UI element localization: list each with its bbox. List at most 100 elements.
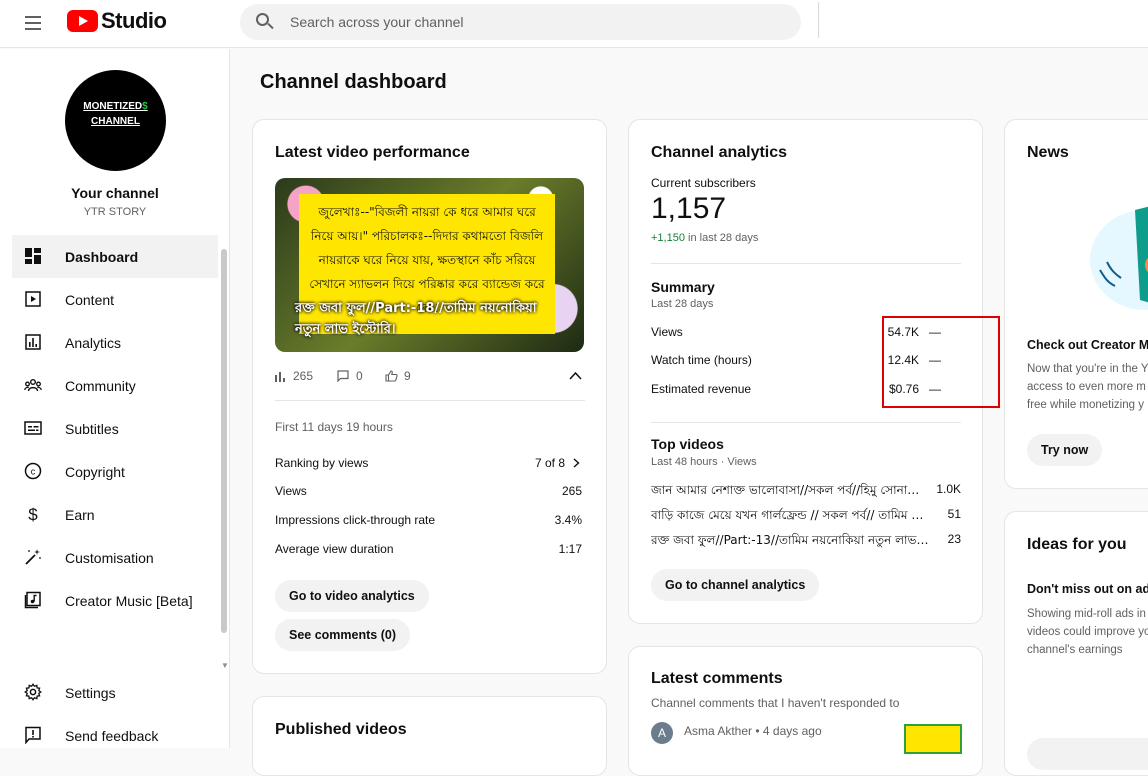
sidebar-scrollbar[interactable] xyxy=(221,249,227,633)
sidebar-item-content[interactable]: Content xyxy=(12,278,218,321)
sidebar-item-subtitles[interactable]: Subtitles xyxy=(12,407,218,450)
card-title: Published videos xyxy=(275,721,407,738)
channel-avatar[interactable]: MONETIZED$ CHANNEL xyxy=(65,70,166,171)
scroll-down-icon[interactable]: ▼ xyxy=(221,661,229,670)
gear-icon xyxy=(24,683,42,701)
sidebar-item-send-feedback[interactable]: Send feedback xyxy=(12,714,218,757)
channel-name: YTR STORY xyxy=(83,206,147,218)
card-title: News xyxy=(1027,144,1069,161)
search-input[interactable] xyxy=(290,4,770,40)
trend-dash: — xyxy=(929,382,941,396)
bar-chart-icon xyxy=(275,372,285,382)
metric-row: Average view duration 1:17 xyxy=(275,542,582,556)
card-title: Latest comments xyxy=(651,670,783,687)
video-stats: 265 0 9 xyxy=(275,368,585,386)
top-bar: Studio xyxy=(0,0,1148,48)
summary-metric-row: Estimated revenue $0.76 — xyxy=(651,382,941,396)
avatar-dollar: $ xyxy=(142,101,148,112)
comment-author[interactable]: Asma Akther xyxy=(684,724,752,738)
video-thumbnail[interactable]: জুলেখাঃ--"বিজলী নায়রা কে ধরে আমার ঘরে ন… xyxy=(275,178,584,352)
sidebar-item-label: Dashboard xyxy=(65,248,139,265)
copyright-icon: c xyxy=(24,462,42,480)
trend-dash: — xyxy=(929,325,941,339)
subtitles-icon xyxy=(24,421,42,435)
ranking-value-wrap: 7 of 8 xyxy=(535,456,582,470)
sidebar-item-label: Customisation xyxy=(65,549,154,566)
sidebar-item-label: Settings xyxy=(65,684,116,701)
thumbs-up-icon xyxy=(385,370,398,382)
metric-label: Views xyxy=(275,484,307,498)
metric-label: Average view duration xyxy=(275,542,394,556)
sidebar-item-label: Community xyxy=(65,377,136,394)
sidebar-item-label: Subtitles xyxy=(65,420,119,437)
search-icon[interactable] xyxy=(256,13,274,31)
top-video-title: জান আমার নেশাক্ত ভালোবাসা//সকল পর্ব//হিম… xyxy=(651,483,920,497)
metric-label: Views xyxy=(651,325,683,339)
sidebar-item-creator-music[interactable]: Creator Music [Beta] xyxy=(12,579,218,622)
comment-time: • 4 days ago xyxy=(752,724,822,738)
summary-period: Last 28 days xyxy=(651,298,714,310)
comments-subtitle: Channel comments that I haven't responde… xyxy=(651,696,900,710)
top-videos-title: Top videos xyxy=(651,436,724,452)
comment-video-thumbnail[interactable] xyxy=(904,724,962,754)
latest-video-card: Latest video performance জুলেখাঃ--"বিজলী… xyxy=(252,119,607,674)
logo-text: Studio xyxy=(101,8,167,33)
sidebar-bottom-nav: Settings Send feedback xyxy=(12,671,218,757)
ideas-action-button[interactable] xyxy=(1027,738,1148,770)
card-title: Latest video performance xyxy=(275,144,470,161)
dashboard-icon xyxy=(25,248,41,264)
period-label: First 11 days 19 hours xyxy=(275,420,393,434)
music-icon xyxy=(24,591,41,609)
avatar-text-line2: CHANNEL xyxy=(91,116,140,127)
metric-value-wrap: 54.7K — xyxy=(888,325,941,339)
metric-row: Impressions click-through rate 3.4% xyxy=(275,513,582,527)
subscribers-label: Current subscribers xyxy=(651,176,756,190)
sidebar-item-copyright[interactable]: c Copyright xyxy=(12,450,218,493)
trend-dash: — xyxy=(929,353,941,367)
feedback-icon xyxy=(25,726,41,744)
divider xyxy=(651,263,961,264)
divider xyxy=(651,422,961,423)
go-to-video-analytics-button[interactable]: Go to video analytics xyxy=(275,580,429,612)
ideas-card: Ideas for you Don't miss out on ad Showi… xyxy=(1004,511,1148,776)
metric-label: Estimated revenue xyxy=(651,382,752,396)
go-to-channel-analytics-button[interactable]: Go to channel analytics xyxy=(651,569,820,601)
sidebar-item-label: Content xyxy=(65,291,115,308)
metric-value-wrap: $0.76 — xyxy=(889,382,941,396)
news-headline: Check out Creator M xyxy=(1027,338,1148,352)
card-title: Channel analytics xyxy=(651,144,788,161)
sidebar-item-analytics[interactable]: Analytics xyxy=(12,321,218,364)
chevron-up-icon[interactable] xyxy=(569,371,582,380)
studio-logo[interactable]: Studio xyxy=(67,8,167,34)
summary-title: Summary xyxy=(651,279,715,295)
sidebar-item-dashboard[interactable]: Dashboard xyxy=(12,235,218,278)
sidebar-item-label: Send feedback xyxy=(65,727,159,744)
menu-icon[interactable] xyxy=(22,11,46,35)
search-bar xyxy=(240,4,801,40)
subscribers-delta-value: +1,150 xyxy=(651,232,685,244)
sidebar-item-community[interactable]: Community xyxy=(12,364,218,407)
metric-label: Impressions click-through rate xyxy=(275,513,436,527)
see-comments-button[interactable]: See comments (0) xyxy=(275,619,410,651)
summary-metric-row: Views 54.7K — xyxy=(651,325,941,339)
ideas-body-line: channel's earnings xyxy=(1027,644,1123,656)
metric-value: $0.76 xyxy=(888,382,919,396)
chevron-right-icon xyxy=(573,458,580,468)
sidebar-item-earn[interactable]: $ Earn xyxy=(12,493,218,536)
metric-value: 12.4K xyxy=(887,353,919,367)
avatar[interactable]: A xyxy=(651,722,673,744)
sidebar-item-customisation[interactable]: Customisation xyxy=(12,536,218,579)
sidebar-item-settings[interactable]: Settings xyxy=(12,671,218,714)
divider xyxy=(275,400,585,401)
try-now-button[interactable]: Try now xyxy=(1027,434,1103,466)
top-video-views: 1.0K xyxy=(936,482,961,496)
avatar-text-line1: MONETIZED$ xyxy=(65,101,166,112)
ranking-row[interactable]: Ranking by views 7 of 8 xyxy=(275,456,582,470)
views-count: 265 xyxy=(293,369,314,383)
divider xyxy=(818,2,819,38)
youtube-logo-icon xyxy=(67,10,98,32)
video-title: রক্ত জবা ফুল//Part:-18//তামিম নয়নোকিয়া… xyxy=(295,301,537,337)
community-icon xyxy=(24,379,42,392)
news-body-line: Now that you're in the Y xyxy=(1027,363,1148,375)
svg-text:c: c xyxy=(31,467,36,477)
